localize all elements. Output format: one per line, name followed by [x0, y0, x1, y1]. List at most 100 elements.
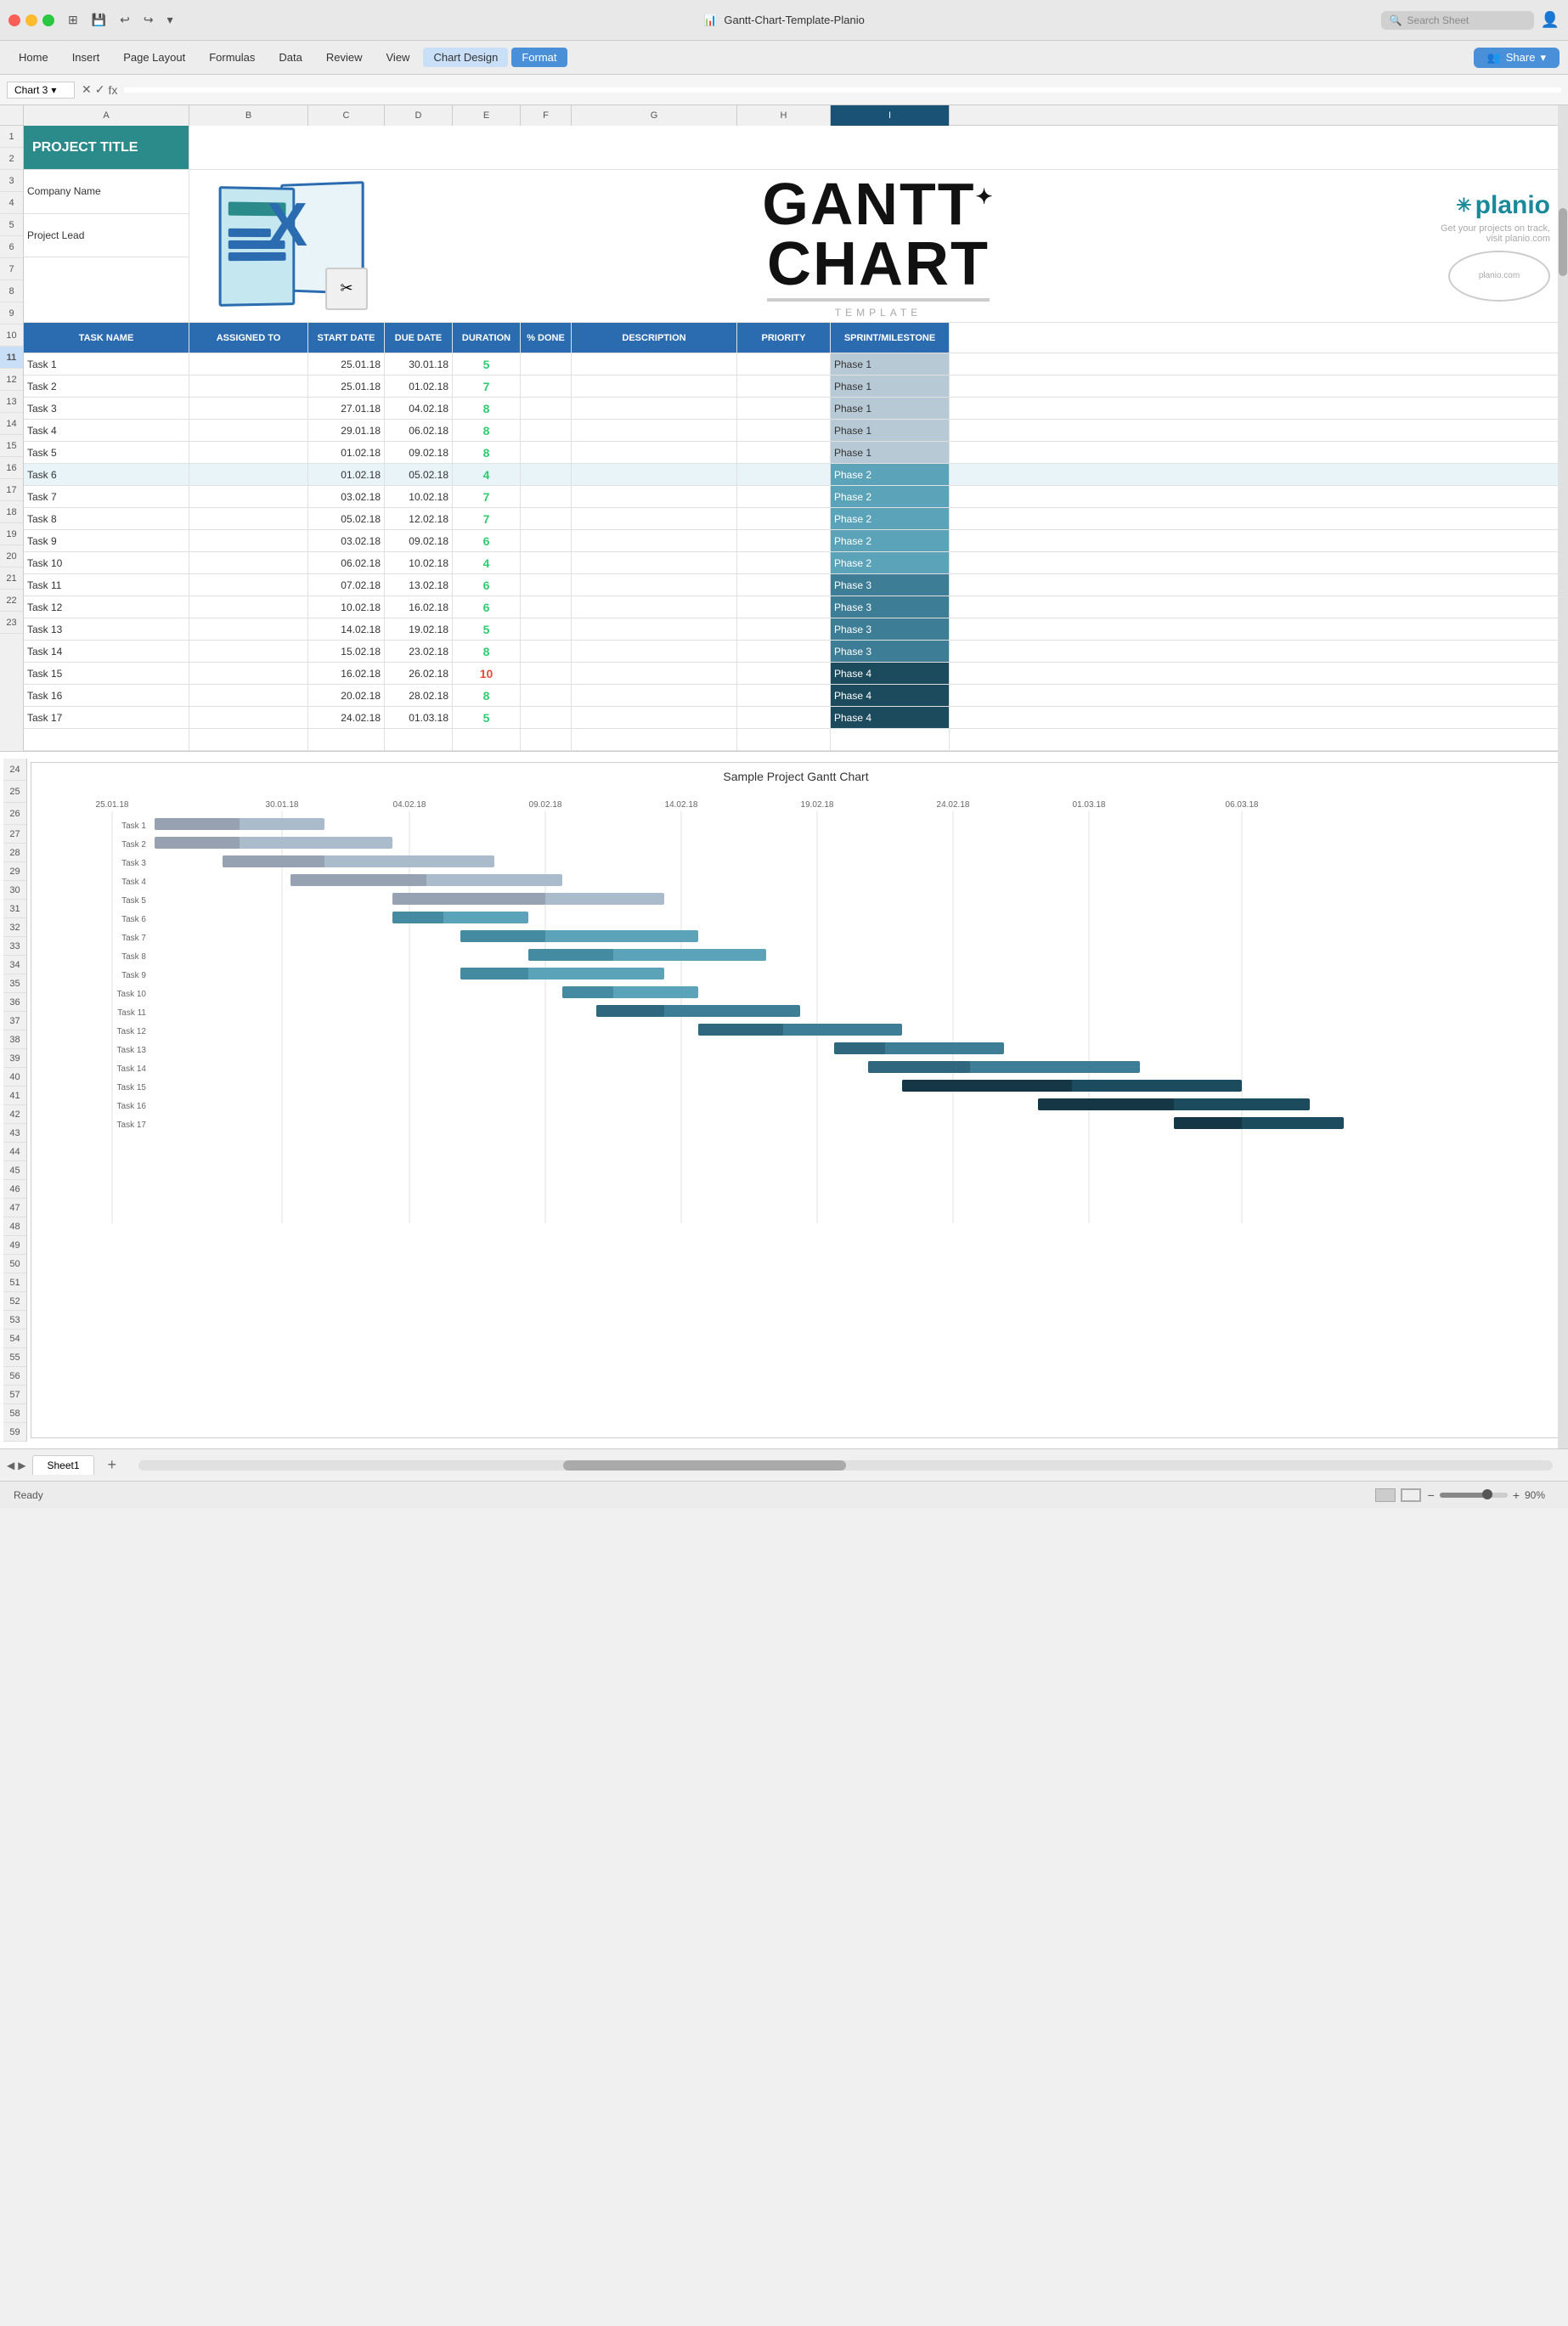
start-19[interactable]: 15.02.18 — [308, 641, 385, 662]
row-num-23[interactable]: 23 — [0, 612, 23, 634]
dur-15[interactable]: 4 — [453, 552, 521, 573]
desc-21[interactable] — [572, 685, 737, 706]
priority-11[interactable] — [737, 464, 831, 485]
desc-16[interactable] — [572, 574, 737, 596]
row-num-33[interactable]: 33 — [3, 937, 26, 956]
due-10[interactable]: 09.02.18 — [385, 442, 453, 463]
due-17[interactable]: 16.02.18 — [385, 596, 453, 618]
phase-10[interactable]: Phase 1 — [831, 442, 950, 463]
row-num-34[interactable]: 34 — [3, 956, 26, 974]
desc-19[interactable] — [572, 641, 737, 662]
row-num-59[interactable]: 59 — [3, 1423, 26, 1442]
start-14[interactable]: 03.02.18 — [308, 530, 385, 551]
assigned-12[interactable] — [189, 486, 308, 507]
desc-20[interactable] — [572, 663, 737, 684]
row-num-44[interactable]: 44 — [3, 1143, 26, 1161]
desc-6[interactable] — [572, 353, 737, 375]
due-13[interactable]: 12.02.18 — [385, 508, 453, 529]
pct-14[interactable] — [521, 530, 572, 551]
start-20[interactable]: 16.02.18 — [308, 663, 385, 684]
row-num-37[interactable]: 37 — [3, 1012, 26, 1030]
phase-18[interactable]: Phase 3 — [831, 618, 950, 640]
phase-8[interactable]: Phase 1 — [831, 398, 950, 419]
row-num-38[interactable]: 38 — [3, 1030, 26, 1049]
row-num-7[interactable]: 7 — [0, 258, 23, 280]
desc-22[interactable] — [572, 707, 737, 728]
project-lead-cell[interactable]: Project Lead — [24, 214, 189, 258]
start-13[interactable]: 05.02.18 — [308, 508, 385, 529]
due-11[interactable]: 05.02.18 — [385, 464, 453, 485]
assigned-22[interactable] — [189, 707, 308, 728]
task-name-9[interactable]: Task 4 — [24, 420, 189, 441]
dur-21[interactable]: 8 — [453, 685, 521, 706]
pct-18[interactable] — [521, 618, 572, 640]
user-icon[interactable]: 👤 — [1541, 11, 1560, 29]
dur-10[interactable]: 8 — [453, 442, 521, 463]
task-name-21[interactable]: Task 16 — [24, 685, 189, 706]
due-19[interactable]: 23.02.18 — [385, 641, 453, 662]
due-21[interactable]: 28.02.18 — [385, 685, 453, 706]
row-num-25[interactable]: 25 — [3, 781, 26, 803]
prev-sheet-icon[interactable]: ◀ — [7, 1459, 14, 1471]
task-name-15[interactable]: Task 10 — [24, 552, 189, 573]
assigned-19[interactable] — [189, 641, 308, 662]
minimize-button[interactable] — [25, 14, 37, 26]
col-header-c[interactable]: C — [308, 105, 385, 126]
dur-20[interactable]: 10 — [453, 663, 521, 684]
task-name-17[interactable]: Task 12 — [24, 596, 189, 618]
row-num-41[interactable]: 41 — [3, 1087, 26, 1105]
h-scroll-thumb[interactable] — [563, 1460, 846, 1471]
dur-18[interactable]: 5 — [453, 618, 521, 640]
assigned-21[interactable] — [189, 685, 308, 706]
menu-view[interactable]: View — [376, 48, 420, 67]
pct-17[interactable] — [521, 596, 572, 618]
due-7[interactable]: 01.02.18 — [385, 375, 453, 397]
start-11[interactable]: 01.02.18 — [308, 464, 385, 485]
row-num-43[interactable]: 43 — [3, 1124, 26, 1143]
task-name-6[interactable]: Task 1 — [24, 353, 189, 375]
row-num-42[interactable]: 42 — [3, 1105, 26, 1124]
assigned-10[interactable] — [189, 442, 308, 463]
row-num-13[interactable]: 13 — [0, 391, 23, 413]
assigned-17[interactable] — [189, 596, 308, 618]
close-button[interactable] — [8, 14, 20, 26]
cell-e23[interactable] — [453, 729, 521, 750]
phase-11[interactable]: Phase 2 — [831, 464, 950, 485]
desc-13[interactable] — [572, 508, 737, 529]
start-18[interactable]: 14.02.18 — [308, 618, 385, 640]
desc-14[interactable] — [572, 530, 737, 551]
add-sheet-button[interactable]: + — [101, 1456, 124, 1474]
phase-20[interactable]: Phase 4 — [831, 663, 950, 684]
row-num-14[interactable]: 14 — [0, 413, 23, 435]
row-num-22[interactable]: 22 — [0, 590, 23, 612]
row-num-26[interactable]: 26 — [3, 803, 26, 825]
row-num-10[interactable]: 10 — [0, 325, 23, 347]
row-num-45[interactable]: 45 — [3, 1161, 26, 1180]
priority-8[interactable] — [737, 398, 831, 419]
task-name-11[interactable]: Task 6 — [24, 464, 189, 485]
phase-19[interactable]: Phase 3 — [831, 641, 950, 662]
row-num-29[interactable]: 29 — [3, 862, 26, 881]
priority-17[interactable] — [737, 596, 831, 618]
company-name-cell[interactable]: Company Name — [24, 170, 189, 214]
zoom-slider[interactable] — [1440, 1493, 1508, 1498]
pct-16[interactable] — [521, 574, 572, 596]
horizontal-scrollbar[interactable] — [138, 1460, 1553, 1471]
desc-17[interactable] — [572, 596, 737, 618]
pct-22[interactable] — [521, 707, 572, 728]
due-15[interactable]: 10.02.18 — [385, 552, 453, 573]
task-name-18[interactable]: Task 13 — [24, 618, 189, 640]
priority-10[interactable] — [737, 442, 831, 463]
priority-13[interactable] — [737, 508, 831, 529]
row-num-19[interactable]: 19 — [0, 523, 23, 545]
row-num-15[interactable]: 15 — [0, 435, 23, 457]
share-button[interactable]: 👥 Share ▾ — [1474, 48, 1560, 68]
col-header-a[interactable]: A — [24, 105, 189, 126]
desc-12[interactable] — [572, 486, 737, 507]
assigned-7[interactable] — [189, 375, 308, 397]
phase-14[interactable]: Phase 2 — [831, 530, 950, 551]
pct-8[interactable] — [521, 398, 572, 419]
phase-22[interactable]: Phase 4 — [831, 707, 950, 728]
row-num-21[interactable]: 21 — [0, 567, 23, 590]
row-num-31[interactable]: 31 — [3, 900, 26, 918]
